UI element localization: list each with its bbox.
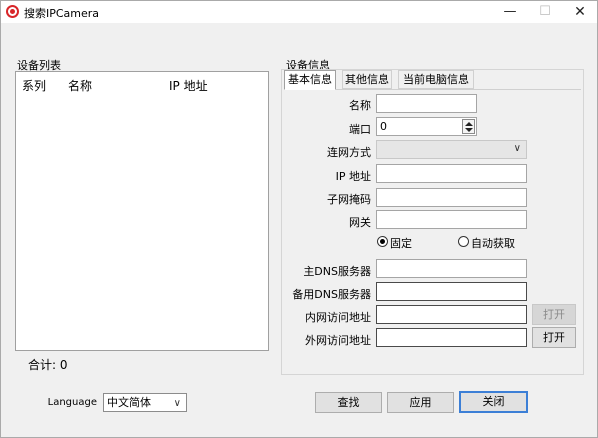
radio-auto[interactable] — [458, 236, 469, 247]
open-lan-address-button[interactable]: 打开 — [532, 304, 576, 325]
port-spinner[interactable] — [462, 119, 475, 134]
radio-fixed-label[interactable]: 固定 — [390, 235, 412, 251]
open-wan-address-button[interactable]: 打开 — [532, 327, 576, 348]
main-window: 搜索IPCamera — ☐ ✕ 设备列表 系列 名称 IP 地址 合计: 0 … — [0, 0, 598, 438]
maximize-button[interactable]: ☐ — [528, 1, 562, 23]
primary-dns-input[interactable] — [376, 259, 527, 278]
ip-address-input[interactable] — [376, 164, 527, 183]
close-window-button[interactable]: ✕ — [563, 1, 597, 23]
lan-address-label: 内网访问地址 — [305, 311, 371, 324]
device-list[interactable]: 系列 名称 IP 地址 — [15, 71, 269, 351]
gateway-input[interactable] — [376, 210, 527, 229]
gateway-label: 网关 — [349, 216, 371, 229]
apply-button[interactable]: 应用 — [387, 392, 454, 413]
language-label: Language — [47, 397, 97, 408]
chevron-down-icon: ∨ — [513, 143, 521, 154]
tab-current-pc-info[interactable]: 当前电脑信息 — [398, 70, 474, 89]
wan-address-label: 外网访问地址 — [305, 334, 371, 347]
ip-address-label: IP 地址 — [335, 170, 371, 183]
spin-up-arrow-icon[interactable] — [465, 122, 473, 126]
subnet-mask-input[interactable] — [376, 188, 527, 207]
network-mode-select[interactable]: ∨ — [376, 140, 527, 159]
window-title: 搜索IPCamera — [24, 7, 100, 20]
column-header-series[interactable]: 系列 — [22, 77, 46, 94]
primary-dns-label: 主DNS服务器 — [303, 265, 371, 278]
column-header-name[interactable]: 名称 — [68, 77, 92, 94]
tab-other-info[interactable]: 其他信息 — [342, 70, 392, 89]
backup-dns-input[interactable] — [376, 282, 527, 301]
close-button[interactable]: 关闭 — [459, 391, 528, 413]
radio-auto-label[interactable]: 自动获取 — [471, 235, 515, 251]
minimize-button[interactable]: — — [493, 1, 527, 23]
title-bar: 搜索IPCamera — ☐ ✕ — [1, 1, 597, 23]
search-button[interactable]: 查找 — [315, 392, 382, 413]
network-mode-label: 连网方式 — [327, 146, 371, 159]
column-header-ip[interactable]: IP 地址 — [169, 77, 208, 94]
chevron-down-icon: ∨ — [173, 398, 181, 409]
device-total-count: 合计: 0 — [28, 358, 68, 372]
language-select[interactable]: 中文简体 ∨ — [103, 393, 187, 412]
name-input[interactable] — [376, 94, 477, 113]
lan-address-input[interactable] — [376, 305, 527, 324]
backup-dns-label: 备用DNS服务器 — [292, 288, 371, 301]
wan-address-input[interactable] — [376, 328, 527, 347]
spin-down-arrow-icon[interactable] — [465, 128, 473, 132]
port-label: 端口 — [349, 123, 371, 136]
tab-basic-info[interactable]: 基本信息 — [284, 70, 336, 90]
name-label: 名称 — [349, 99, 371, 112]
subnet-mask-label: 子网掩码 — [327, 193, 371, 206]
radio-fixed[interactable] — [377, 236, 388, 247]
language-value: 中文简体 — [107, 396, 151, 409]
camera-app-icon — [6, 5, 19, 18]
